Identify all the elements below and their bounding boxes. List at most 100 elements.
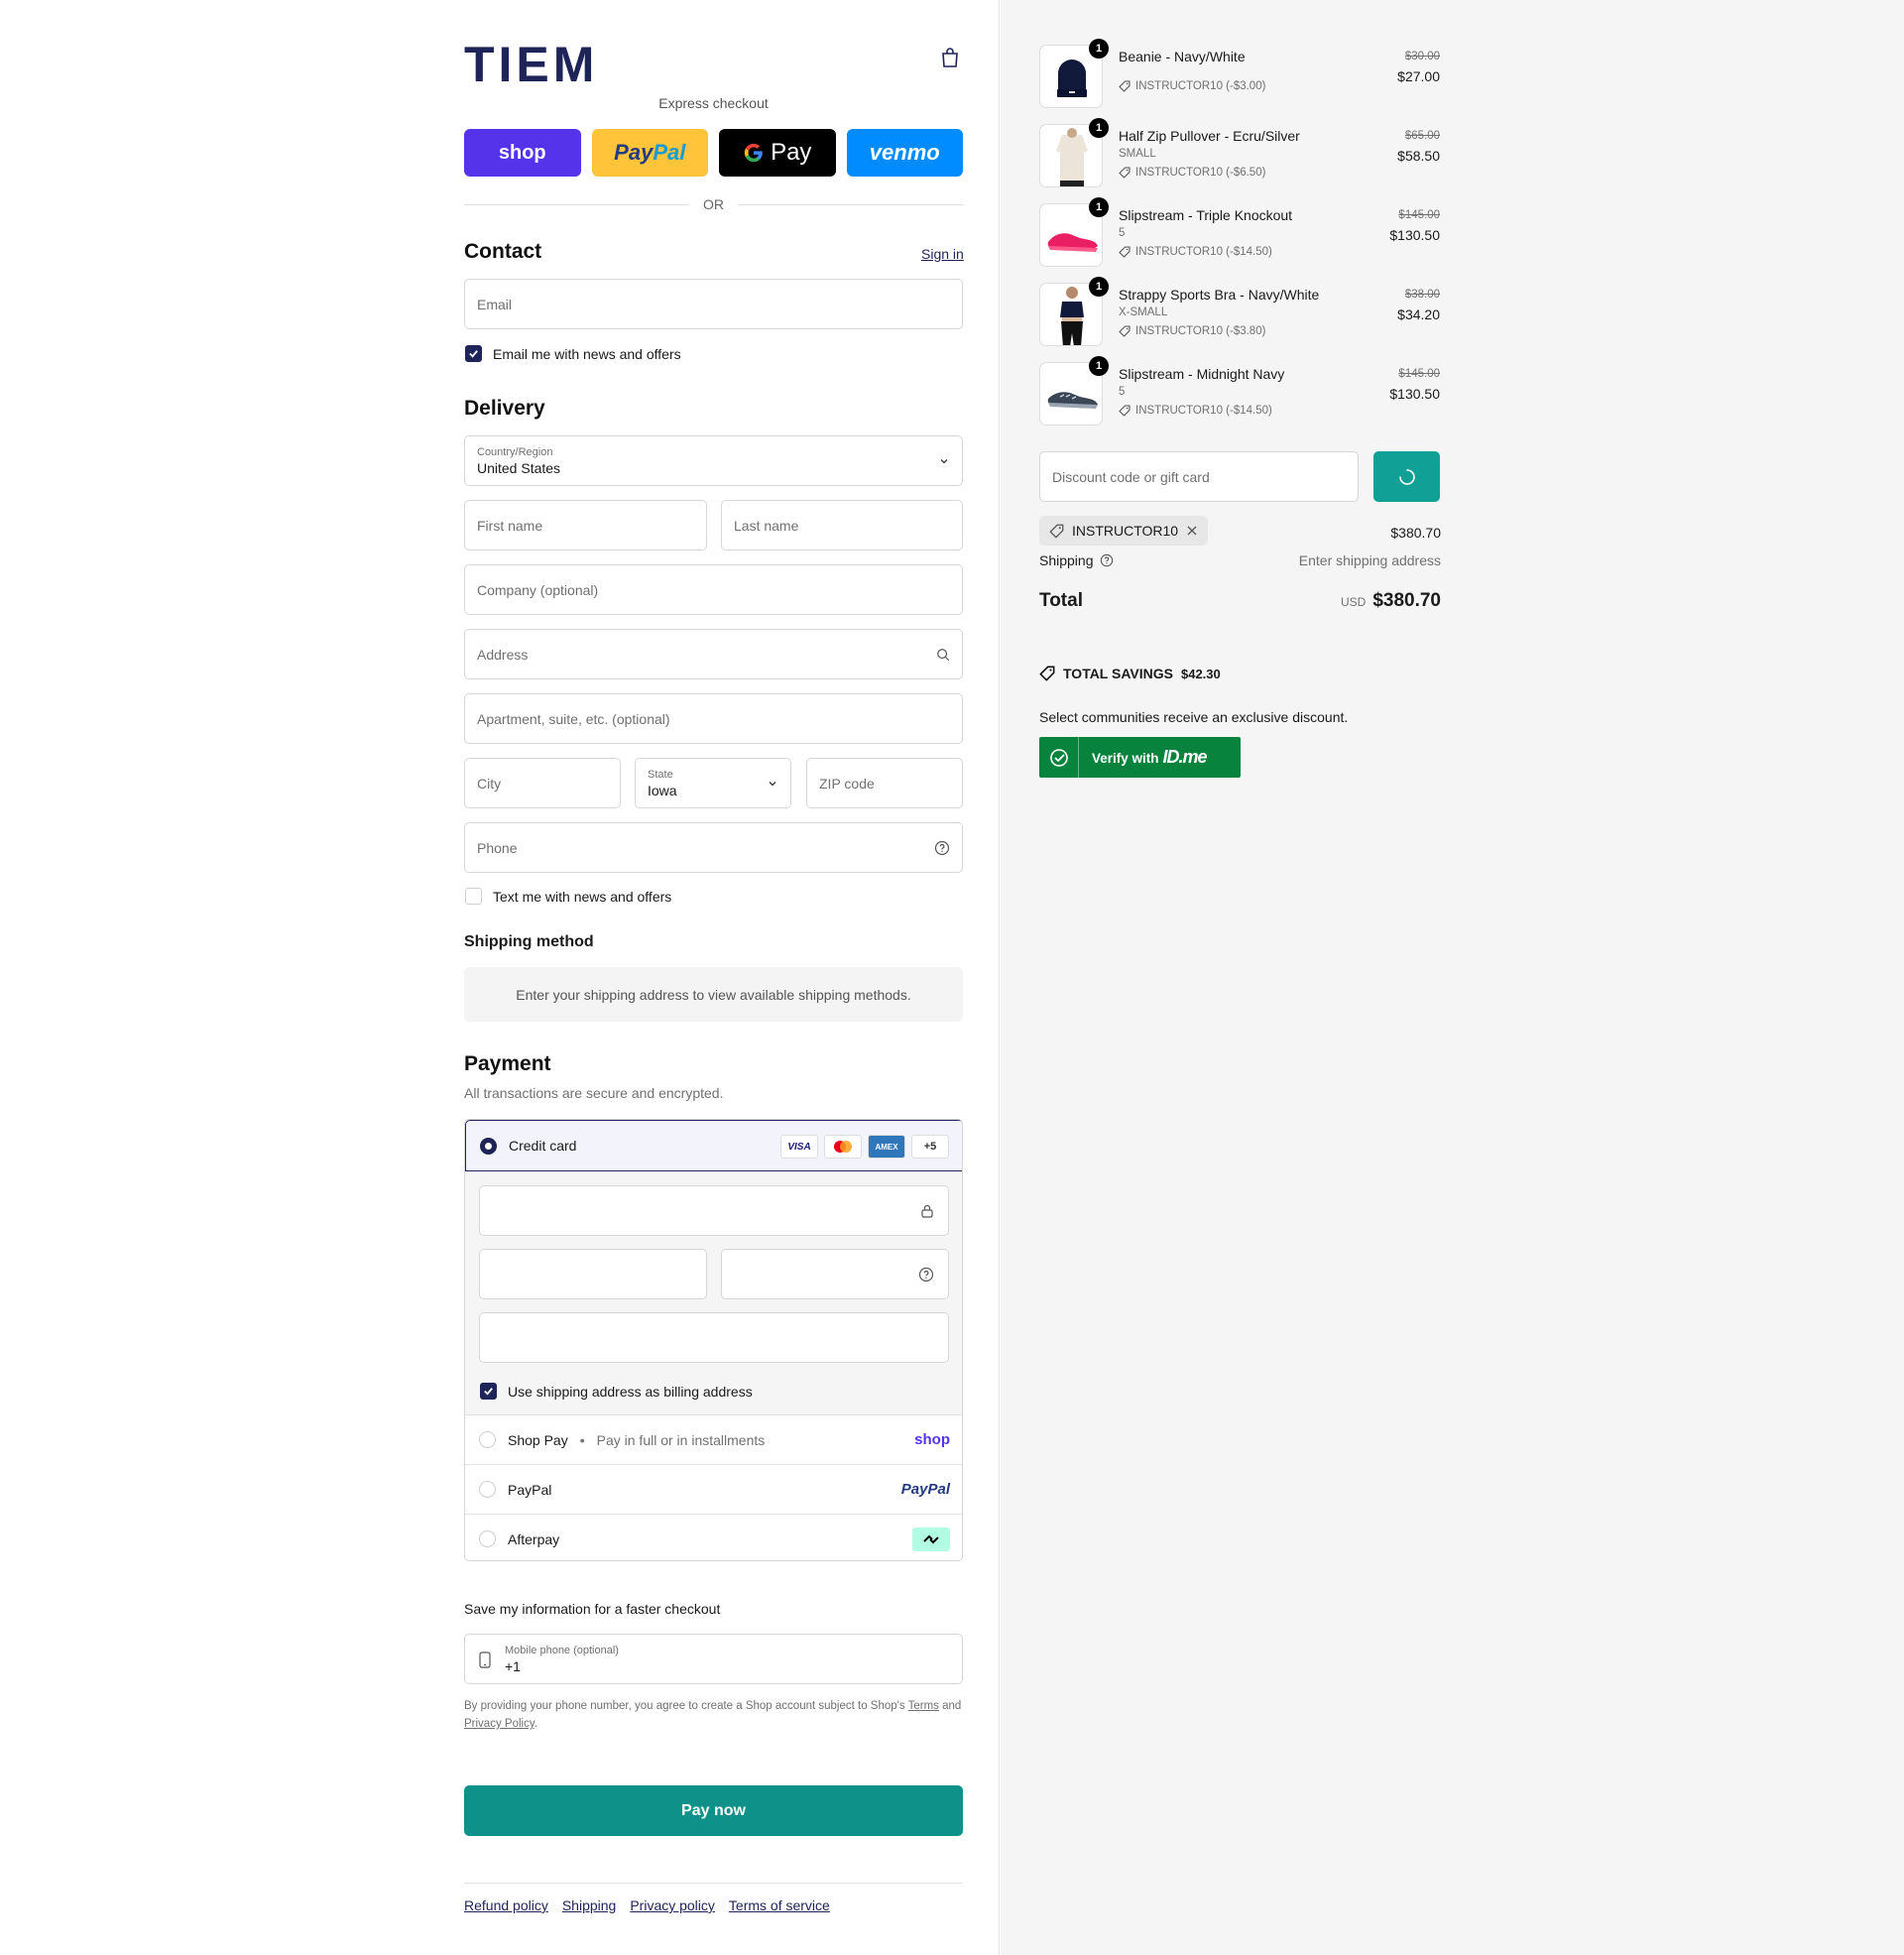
close-icon[interactable] [1186, 525, 1198, 537]
item-name: Slipstream - Triple Knockout [1119, 207, 1293, 223]
mobile-phone-icon [479, 1651, 491, 1668]
refund-policy-link[interactable]: Refund policy [464, 1897, 548, 1913]
chevron-down-icon [940, 458, 948, 463]
shop-pay-sublabel: Pay in full or in installments [596, 1431, 766, 1448]
item-price: $130.50 [1389, 386, 1440, 402]
shop-pay-express-button[interactable]: shop [464, 129, 581, 177]
paypal-logo-part1: Pay [614, 140, 654, 165]
help-circle-icon[interactable] [918, 1267, 934, 1283]
tag-icon [1119, 405, 1130, 417]
item-discount-text: INSTRUCTOR10 (-$6.50) [1135, 167, 1266, 179]
apartment-field[interactable]: Apartment, suite, etc. (optional) [464, 693, 963, 744]
total-savings-label: TOTAL SAVINGS [1063, 666, 1173, 681]
shop-pay-option[interactable]: Shop Pay • Pay in full or in installment… [465, 1414, 962, 1464]
privacy-policy-link[interactable]: Privacy Policy [464, 1718, 535, 1730]
discount-code-field[interactable]: Discount code or gift card [1039, 451, 1359, 502]
or-divider: OR [464, 194, 963, 214]
brand-logo[interactable]: TIEM [464, 36, 598, 93]
shop-pay-logo: shop [914, 1431, 950, 1448]
last-name-field[interactable]: Last name [721, 500, 963, 550]
state-select[interactable]: State Iowa [635, 758, 791, 808]
city-field[interactable]: City [464, 758, 621, 808]
company-placeholder: Company (optional) [477, 581, 599, 598]
tag-icon [1039, 666, 1055, 681]
paypal-logo: PayPal [900, 1481, 950, 1498]
pay-now-button[interactable]: Pay now [464, 1785, 963, 1836]
terms-link[interactable]: Terms [908, 1700, 939, 1712]
idme-logo: ID.me [1162, 747, 1208, 767]
paypal-express-button[interactable]: Pay Pal [591, 129, 708, 177]
first-name-placeholder: First name [477, 517, 543, 534]
card-number-field[interactable] [479, 1185, 949, 1236]
card-cvv-field[interactable] [721, 1249, 949, 1299]
contact-heading: Contact [464, 240, 542, 263]
checkbox-checked-icon [465, 345, 482, 362]
item-original-price: $145.00 [1398, 209, 1440, 221]
zip-field[interactable]: ZIP code [806, 758, 963, 808]
billing-same-label: Use shipping address as billing address [508, 1383, 753, 1400]
phone-placeholder: Phone [477, 839, 518, 856]
terms-notice-period: . [534, 1718, 537, 1730]
email-optin-checkbox[interactable]: Email me with news and offers [465, 345, 681, 362]
card-expiry-field[interactable] [479, 1249, 707, 1299]
item-discount-text: INSTRUCTOR10 (-$14.50) [1135, 246, 1272, 258]
search-icon [937, 648, 950, 661]
billing-same-checkbox[interactable]: Use shipping address as billing address [480, 1383, 753, 1400]
paypal-option[interactable]: PayPal PayPal [465, 1464, 962, 1514]
venmo-express-button[interactable]: venmo [846, 129, 963, 177]
tag-icon [1119, 167, 1130, 179]
venmo-logo: venmo [869, 140, 940, 165]
mobile-phone-value: +1 [505, 1657, 521, 1674]
quantity-badge: 1 [1089, 277, 1109, 297]
quantity-badge: 1 [1089, 197, 1109, 217]
cart-item: 1 Slipstream - Triple Knockout 5 INSTRUC… [1039, 197, 1440, 267]
shipping-method-heading: Shipping method [464, 933, 594, 950]
terms-of-service-link[interactable]: Terms of service [729, 1897, 830, 1913]
item-original-price: $30.00 [1404, 51, 1440, 62]
company-field[interactable]: Company (optional) [464, 564, 963, 615]
subtotal-value: $380.70 [1390, 525, 1441, 541]
card-name-field[interactable] [479, 1312, 949, 1363]
privacy-policy-footer-link[interactable]: Privacy policy [630, 1897, 715, 1913]
payment-subtitle: All transactions are secure and encrypte… [464, 1085, 724, 1101]
applied-discount-tag: INSTRUCTOR10 [1039, 516, 1209, 546]
payment-heading: Payment [464, 1052, 551, 1075]
country-select[interactable]: Country/Region United States [464, 435, 963, 486]
shipping-label: Shipping [1039, 552, 1094, 568]
address-field[interactable]: Address [464, 629, 963, 679]
help-circle-icon[interactable] [1100, 553, 1114, 567]
quantity-badge: 1 [1089, 118, 1109, 138]
quantity-badge: 1 [1089, 39, 1109, 59]
help-circle-icon[interactable] [934, 840, 950, 856]
tag-icon [1119, 246, 1130, 258]
item-name: Strappy Sports Bra - Navy/White [1119, 287, 1320, 303]
shipping-row: Shipping [1039, 552, 1114, 568]
verify-with-idme-button[interactable]: Verify with ID.me [1039, 737, 1241, 778]
credit-card-option[interactable]: Credit card VISA AMEX +5 [465, 1120, 962, 1171]
city-placeholder: City [477, 775, 502, 792]
sign-in-link[interactable]: Sign in [921, 246, 964, 262]
item-price: $58.50 [1397, 148, 1440, 164]
item-discount: INSTRUCTOR10 (-$6.50) [1119, 167, 1265, 179]
shop-terms-notice: By providing your phone number, you agre… [464, 1697, 963, 1733]
shop-pay-logo: shop [498, 141, 546, 164]
apply-discount-button[interactable] [1373, 451, 1440, 502]
afterpay-option[interactable]: Afterpay [465, 1514, 962, 1560]
radio-selected-icon [480, 1137, 497, 1155]
email-placeholder: Email [477, 296, 513, 312]
shipping-policy-link[interactable]: Shipping [562, 1897, 617, 1913]
idme-button-label: Verify with [1092, 751, 1159, 766]
email-field[interactable]: Email [464, 279, 963, 329]
last-name-placeholder: Last name [734, 517, 799, 534]
shopping-bag-icon[interactable] [938, 46, 962, 69]
google-pay-express-button[interactable]: Pay [719, 129, 836, 177]
first-name-field[interactable]: First name [464, 500, 707, 550]
phone-field[interactable]: Phone [464, 822, 963, 873]
total-savings: TOTAL SAVINGS $42.30 [1039, 666, 1221, 681]
mobile-phone-field[interactable]: Mobile phone (optional) +1 [464, 1634, 963, 1684]
afterpay-label: Afterpay [508, 1530, 560, 1547]
save-info-label: Save my information for a faster checkou… [464, 1601, 721, 1617]
text-optin-checkbox[interactable]: Text me with news and offers [465, 888, 671, 905]
amex-icon: AMEX [868, 1135, 905, 1159]
terms-notice-and: and [942, 1700, 962, 1712]
